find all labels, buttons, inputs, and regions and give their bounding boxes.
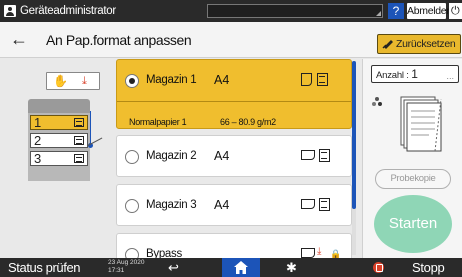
copy-panel: Anzahl : 1 … Probekopie Starten xyxy=(362,59,462,258)
machine-top xyxy=(28,99,90,113)
radio-button xyxy=(125,199,139,213)
start-button[interactable]: Starten xyxy=(374,195,452,253)
tray-name: Magazin 2 xyxy=(146,150,197,162)
bypass-tray-icon: ⤓ xyxy=(317,246,322,257)
bypass-connector xyxy=(90,111,91,145)
eraser-icon xyxy=(382,40,393,49)
paper-orientation-icons xyxy=(301,197,341,213)
paper-stack-icon xyxy=(319,198,330,211)
time: 17:31 xyxy=(108,267,125,274)
date-time: 23 Aug 2020 17:31 xyxy=(108,259,145,275)
feed-direction-box: ✋ ⤓ xyxy=(46,72,100,90)
paper-stack-icon xyxy=(74,154,84,163)
tray-item-bypass[interactable]: Bypass ⤓ 🔒 xyxy=(116,233,352,258)
stop-button[interactable]: Stopp xyxy=(412,259,445,276)
copy-preview-icon xyxy=(400,96,442,152)
home-icon xyxy=(234,261,248,274)
radio-button xyxy=(125,248,139,258)
sample-copy-button[interactable]: Probekopie xyxy=(375,169,451,189)
page-title: An Pap.format anpassen xyxy=(46,32,192,48)
tray-item-magazin-1[interactable]: Magazin 1 A4 Normalpapier 1 66 – 80.9 g/… xyxy=(116,59,352,129)
landscape-page-icon xyxy=(301,150,315,160)
paper-stack-icon xyxy=(317,73,328,86)
drawer-2[interactable]: 2 xyxy=(30,133,88,148)
copy-count-field[interactable]: Anzahl : 1 … xyxy=(371,65,459,83)
paper-weight: 66 – 80.9 g/m2 xyxy=(220,117,276,127)
scrollbar-thumb[interactable] xyxy=(352,61,356,209)
tray-list: Magazin 1 A4 Normalpapier 1 66 – 80.9 g/… xyxy=(108,59,352,258)
tray-name: Magazin 3 xyxy=(146,199,197,211)
paper-orientation-icons xyxy=(301,148,341,164)
home-button[interactable] xyxy=(222,258,260,277)
status-check-button[interactable]: Status prüfen xyxy=(8,259,81,276)
divider xyxy=(117,101,351,102)
tray-name: Bypass xyxy=(146,248,182,258)
scrollbar[interactable] xyxy=(352,61,356,255)
bypass-tray-icon: ⤓ xyxy=(82,75,87,87)
back-arrow-icon[interactable]: ← xyxy=(8,29,30,49)
landscape-page-icon xyxy=(301,199,315,209)
help-button[interactable]: ? xyxy=(388,3,404,19)
tray-diagram: ✋ ⤓ 1 2 3 xyxy=(0,59,108,258)
logout-button[interactable]: Abmelden xyxy=(407,3,452,19)
user-icon xyxy=(4,5,16,17)
lock-icon: 🔒 xyxy=(330,249,342,258)
count-value: 1 xyxy=(411,67,418,81)
drawer-number: 2 xyxy=(34,133,42,148)
radio-button xyxy=(125,74,139,88)
title-bar: ← An Pap.format anpassen Zurücksetzen xyxy=(0,22,462,58)
paper-type: Normalpapier 1 xyxy=(129,117,187,127)
message-box[interactable] xyxy=(207,4,383,18)
paper-size: A4 xyxy=(214,198,230,212)
count-label: Anzahl : xyxy=(376,70,409,81)
radio-button xyxy=(125,150,139,164)
tray-item-magazin-2[interactable]: Magazin 2 A4 xyxy=(116,135,352,177)
paper-stack-icon xyxy=(74,136,84,145)
reset-button[interactable]: Zurücksetzen xyxy=(377,34,461,54)
paper-orientation-icons: ⤓ 🔒 xyxy=(301,246,341,258)
tray-item-magazin-3[interactable]: Magazin 3 A4 xyxy=(116,184,352,226)
bottom-nav-bar: Status prüfen 23 Aug 2020 17:31 ↩ ✱ Stop… xyxy=(0,258,462,277)
gear-icon[interactable]: ✱ xyxy=(286,259,297,276)
user-name: Geräteadministrator xyxy=(20,5,116,17)
ellipsis-icon: … xyxy=(446,72,454,81)
drawer-1[interactable]: 1 xyxy=(30,115,88,130)
paper-size: A4 xyxy=(214,73,230,87)
date: 23 Aug 2020 xyxy=(108,259,145,266)
portrait-page-icon xyxy=(301,73,312,86)
color-mode-icon xyxy=(372,97,382,106)
top-status-bar: Geräteadministrator ? Abmelden ⏻ xyxy=(0,0,462,22)
paper-stack-icon xyxy=(74,118,84,127)
paper-size: A4 xyxy=(214,149,230,163)
paper-stack-icon xyxy=(319,149,330,162)
landscape-page-icon xyxy=(301,248,315,258)
reset-label: Zurücksetzen xyxy=(396,38,456,50)
drawer-3[interactable]: 3 xyxy=(30,151,88,166)
power-icon[interactable]: ⏻ xyxy=(449,3,462,19)
hand-icon: ✋ xyxy=(53,74,68,88)
tray-name: Magazin 1 xyxy=(146,74,197,86)
paper-orientation-icons xyxy=(301,72,341,88)
stop-icon[interactable] xyxy=(373,262,384,273)
drawer-number: 3 xyxy=(34,151,42,166)
user-indicator[interactable]: Geräteadministrator xyxy=(4,3,116,19)
return-icon[interactable]: ↩ xyxy=(168,259,179,276)
drawer-number: 1 xyxy=(34,115,42,130)
